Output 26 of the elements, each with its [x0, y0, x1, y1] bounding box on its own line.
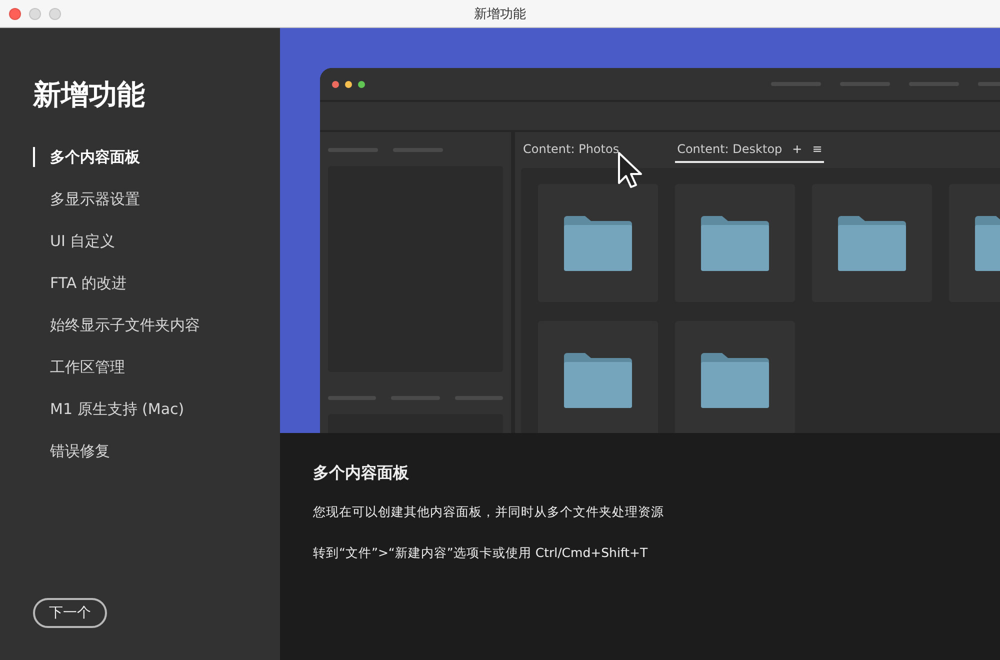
folder-icon: [701, 216, 769, 270]
panel-menu-glyph[interactable]: ≡: [812, 142, 822, 156]
sidebar-item[interactable]: 工作区管理: [50, 358, 125, 376]
detail-text: 您现在可以创建其他内容面板，并同时从多个文件夹处理资源: [313, 504, 665, 521]
detail-text: 转到“文件”>“新建内容”选项卡或使用 Ctrl/Cmd+Shift+T: [313, 545, 649, 562]
sidebar-item[interactable]: 多显示器设置: [50, 190, 140, 208]
sidebar-item[interactable]: 多个内容面板: [50, 148, 140, 166]
zoom-button[interactable]: [49, 8, 61, 20]
sidebar-item[interactable]: 始终显示子文件夹内容: [50, 316, 200, 334]
folder-icon: [564, 216, 632, 270]
window-title: 新增功能: [474, 6, 526, 22]
sidebar-title: 新增功能: [33, 77, 146, 113]
sidebar-item[interactable]: UI 自定义: [50, 232, 116, 250]
folder-icon: [701, 352, 769, 408]
minimize-button[interactable]: [29, 8, 41, 20]
folder-icon: [838, 216, 906, 270]
close-button[interactable]: [9, 8, 21, 20]
add-tab-glyph[interactable]: +: [792, 142, 802, 156]
sidebar-item[interactable]: 错误修复: [50, 442, 110, 460]
next-button[interactable]: 下一个: [33, 598, 107, 628]
folder-icon: [564, 352, 632, 408]
detail-heading: 多个内容面板: [313, 463, 410, 484]
content-tab[interactable]: Content: Desktop + ≡: [675, 140, 824, 163]
sidebar-item[interactable]: M1 原生支持 (Mac): [50, 400, 184, 418]
content-tab[interactable]: Content: Photos: [521, 140, 622, 163]
sidebar-item[interactable]: FTA 的改进: [50, 274, 126, 292]
